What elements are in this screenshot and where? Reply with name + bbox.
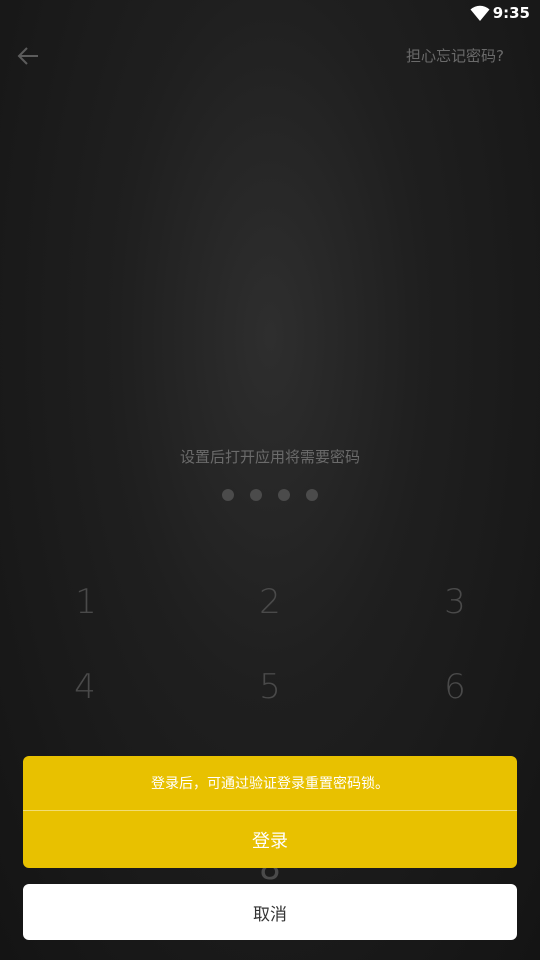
- pin-dot: [250, 489, 262, 501]
- back-button[interactable]: [12, 40, 44, 72]
- forgot-password-link[interactable]: 担心忘记密码?: [406, 45, 504, 66]
- pin-dot: [222, 489, 234, 501]
- login-dialog: 登录后，可通过验证登录重置密码锁。 登录: [23, 756, 517, 868]
- pin-dots: [0, 489, 540, 501]
- pin-dot: [306, 489, 318, 501]
- login-button[interactable]: 登录: [23, 811, 517, 868]
- key-4[interactable]: 4: [45, 657, 125, 717]
- key-5[interactable]: 5: [230, 657, 310, 717]
- key-2[interactable]: 2: [230, 572, 310, 632]
- arrow-left-icon: [17, 47, 38, 65]
- pin-prompt: 设置后打开应用将需要密码: [179, 448, 360, 466]
- key-3[interactable]: 3: [415, 572, 495, 632]
- dialog-message: 登录后，可通过验证登录重置密码锁。: [23, 756, 517, 811]
- status-bar: 9:35: [0, 0, 540, 28]
- wifi-icon: [470, 5, 490, 21]
- key-8-partial: 8: [230, 868, 310, 884]
- cancel-button[interactable]: 取消: [23, 884, 517, 940]
- status-time: 9:35: [492, 4, 530, 22]
- key-6[interactable]: 6: [415, 657, 495, 717]
- key-1[interactable]: 1: [46, 572, 126, 632]
- pin-dot: [278, 489, 290, 501]
